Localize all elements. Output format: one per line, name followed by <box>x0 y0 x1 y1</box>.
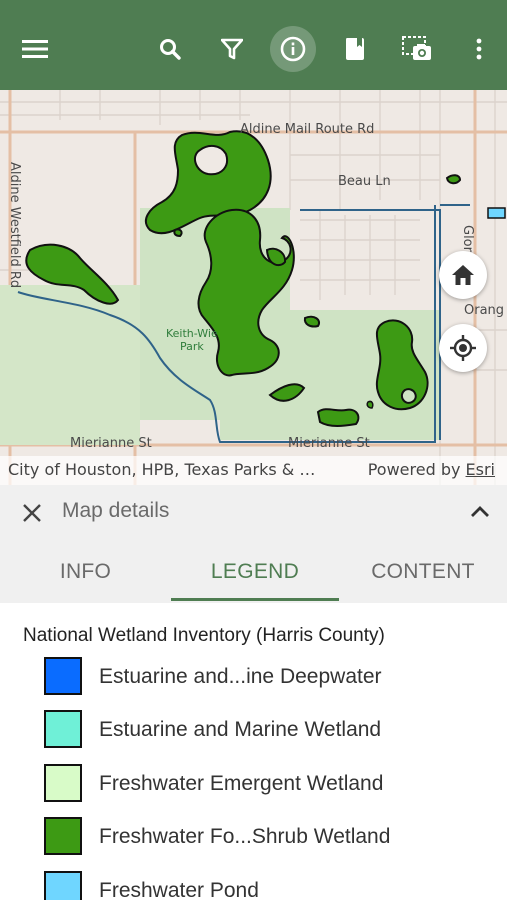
locate-icon <box>450 335 476 361</box>
street-label: Mierianne St <box>70 436 152 451</box>
top-toolbar <box>0 0 507 90</box>
tab-content[interactable]: CONTENT <box>339 541 507 603</box>
street-label: Mierianne St <box>288 436 370 451</box>
chevron-up-icon <box>471 506 489 517</box>
legend-swatch <box>44 871 82 900</box>
close-icon <box>23 504 41 522</box>
screenshot-button[interactable] <box>394 26 440 72</box>
more-options-button[interactable] <box>456 26 502 72</box>
park-label: Keith-Wie Park <box>166 327 218 353</box>
legend-item: Estuarine and...ine Deepwater <box>44 657 484 697</box>
details-tabs: INFO LEGEND CONTENT <box>0 541 507 603</box>
search-icon <box>160 39 181 60</box>
menu-button[interactable] <box>12 26 58 72</box>
legend-item: Estuarine and Marine Wetland <box>44 710 484 750</box>
legend-layer-title: National Wetland Inventory (Harris Count… <box>23 625 385 646</box>
powered-by-prefix: Powered by <box>367 460 466 479</box>
street-label: Orang <box>464 303 505 318</box>
park-label-line2: Park <box>179 340 204 353</box>
legend-item-label: Freshwater Fo...Shrub Wetland <box>99 825 391 848</box>
active-tab-indicator <box>171 598 339 601</box>
legend-item: Freshwater Fo...Shrub Wetland <box>44 817 484 857</box>
legend-swatch <box>44 657 82 695</box>
collapse-button[interactable] <box>466 497 494 525</box>
home-icon <box>452 265 474 285</box>
legend-item: Freshwater Pond <box>44 871 484 900</box>
legend-item-label: Freshwater Pond <box>99 879 259 900</box>
bookmarks-button[interactable] <box>332 26 378 72</box>
street-label: Glor <box>460 225 475 252</box>
legend-panel: National Wetland Inventory (Harris Count… <box>0 603 507 900</box>
attribution-text: City of Houston, HPB, Texas Parks & … <box>8 460 316 479</box>
map-attribution-bar: City of Houston, HPB, Texas Parks & … Po… <box>0 456 507 485</box>
menu-icon <box>22 40 48 58</box>
street-label: Beau Ln <box>338 174 391 189</box>
info-icon <box>280 36 306 62</box>
legend-swatch <box>44 710 82 748</box>
legend-item-label: Estuarine and...ine Deepwater <box>99 665 382 688</box>
more-vertical-icon <box>476 38 482 60</box>
info-button[interactable] <box>270 26 316 72</box>
map-view[interactable]: Aldine Mail Route Rd Beau Ln Aldine West… <box>0 90 507 485</box>
park-label-line1: Keith-Wie <box>166 327 218 340</box>
locate-button[interactable] <box>439 324 487 372</box>
filter-icon <box>221 38 243 60</box>
close-button[interactable] <box>18 499 46 527</box>
bookmark-icon <box>346 38 364 60</box>
search-button[interactable] <box>147 26 193 72</box>
filter-button[interactable] <box>209 26 255 72</box>
legend-item-label: Estuarine and Marine Wetland <box>99 718 382 741</box>
esri-link[interactable]: Esri <box>466 460 495 479</box>
screenshot-icon <box>402 36 431 60</box>
legend-item-label: Freshwater Emergent Wetland <box>99 772 384 795</box>
map-details-title: Map details <box>62 499 170 522</box>
legend-item: Freshwater Emergent Wetland <box>44 764 484 804</box>
legend-swatch <box>44 817 82 855</box>
legend-swatch <box>44 764 82 802</box>
map-details-header: Map details <box>0 485 507 541</box>
tab-legend[interactable]: LEGEND <box>171 541 339 603</box>
tab-info[interactable]: INFO <box>0 541 171 603</box>
powered-by: Powered by Esri <box>368 460 495 479</box>
home-button[interactable] <box>439 251 487 299</box>
map-basemap <box>0 90 507 485</box>
street-label: Aldine Westfield Rd <box>7 162 22 289</box>
street-label: Aldine Mail Route Rd <box>240 122 375 137</box>
